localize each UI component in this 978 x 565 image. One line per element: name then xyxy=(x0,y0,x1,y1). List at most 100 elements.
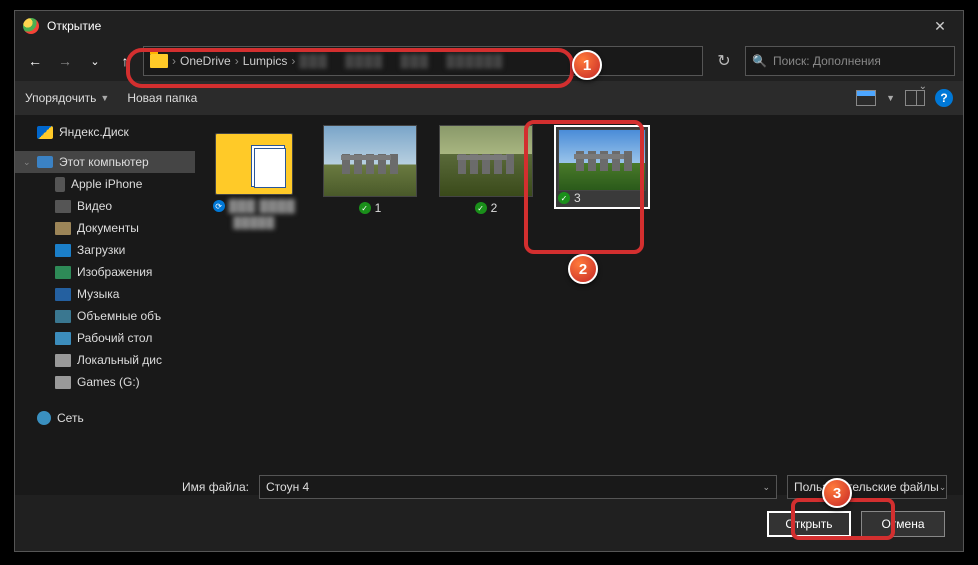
item-name-row: ✓1 xyxy=(359,201,382,215)
sidebar-item[interactable]: ⌄ Этот компьютер xyxy=(15,151,195,173)
chevron-right-icon: › xyxy=(291,54,295,68)
image-item[interactable]: ✓3 xyxy=(553,125,651,209)
item-name-label: ███ ████ xyxy=(229,199,296,213)
item-name-row: ⟳ ███ ████ xyxy=(213,199,296,213)
sidebar-item[interactable]: Локальный дис xyxy=(15,349,195,371)
breadcrumb-segment-blurred: ███ ████ ███ ██████ xyxy=(299,54,503,68)
sidebar-item[interactable]: Изображения xyxy=(15,261,195,283)
dialog-footer: Имя файла: Стоун 4 ⌄ Пользовательские фа… xyxy=(15,475,963,537)
sidebar-item[interactable]: Загрузки xyxy=(15,239,195,261)
sidebar-item-label: Сеть xyxy=(57,411,84,425)
chevron-down-icon: ⌄ xyxy=(23,157,31,168)
sync-ok-icon: ✓ xyxy=(558,192,570,204)
net-icon xyxy=(37,411,51,425)
sidebar-item-label: Games (G:) xyxy=(77,375,140,389)
organize-menu[interactable]: Упорядочить ▼ xyxy=(25,91,109,105)
file-type-filter[interactable]: Пользовательские файлы ⌄ xyxy=(787,475,947,499)
sidebar-item[interactable]: Объемные объ xyxy=(15,305,195,327)
sidebar-item[interactable]: Яндекс.Диск xyxy=(15,121,195,143)
arrow-up-icon: ↑ xyxy=(122,53,129,69)
sidebar-item-label: Объемные объ xyxy=(77,309,161,323)
thumbnail-image xyxy=(559,130,645,190)
obj-icon xyxy=(55,310,71,323)
item-name-row: ✓2 xyxy=(475,201,498,215)
view-mode-button[interactable] xyxy=(856,90,876,106)
nav-up-button[interactable]: ↑ xyxy=(113,49,137,73)
chevron-right-icon: › xyxy=(235,54,239,68)
nav-recent-dropdown[interactable]: ⌄ xyxy=(83,49,107,73)
img-icon xyxy=(55,266,71,279)
address-bar[interactable]: › OneDrive › Lumpics › ███ ████ ███ ████… xyxy=(143,46,703,76)
image-item[interactable]: ✓1 xyxy=(321,125,419,215)
sidebar-item-label: Яндекс.Диск xyxy=(59,125,129,139)
chevron-down-icon[interactable]: ▼ xyxy=(886,93,895,103)
sidebar-item-label: Локальный дис xyxy=(77,353,162,367)
open-file-dialog: Открытие ✕ ← → ⌄ ↑ › OneDrive › Lumpics … xyxy=(14,10,964,552)
sidebar-item[interactable]: Видео xyxy=(15,195,195,217)
sync-ok-icon: ✓ xyxy=(475,202,487,214)
sync-ok-icon: ✓ xyxy=(359,202,371,214)
sidebar-item-label: Этот компьютер xyxy=(59,155,149,169)
breadcrumb-segment[interactable]: OneDrive xyxy=(180,54,231,68)
item-subtext: █████ xyxy=(233,217,274,229)
disk-icon xyxy=(55,376,71,389)
sidebar-item[interactable]: Рабочий стол xyxy=(15,327,195,349)
refresh-button[interactable]: ↻ xyxy=(709,46,739,76)
new-folder-button[interactable]: Новая папка xyxy=(127,91,197,105)
app-icon xyxy=(23,18,39,34)
chevron-right-icon: › xyxy=(172,54,176,68)
filename-value: Стоун 4 xyxy=(266,480,309,494)
chevron-down-icon: ⌄ xyxy=(762,482,770,493)
new-folder-label: Новая папка xyxy=(127,91,197,105)
sidebar-item[interactable]: Apple iPhone xyxy=(15,173,195,195)
folder-icon xyxy=(150,54,168,68)
close-icon: ✕ xyxy=(934,18,946,35)
sidebar-item[interactable]: Документы xyxy=(15,217,195,239)
file-list[interactable]: ⟳███ █████████✓1✓2✓3 xyxy=(195,115,963,495)
desk-icon xyxy=(55,332,71,345)
filename-input[interactable]: Стоун 4 ⌄ xyxy=(259,475,777,499)
cancel-button[interactable]: Отмена xyxy=(861,511,945,537)
window-title: Открытие xyxy=(47,19,101,33)
thumbnail-image xyxy=(440,126,532,196)
sidebar-item[interactable]: Games (G:) xyxy=(15,371,195,393)
breadcrumb-segment[interactable]: Lumpics xyxy=(243,54,288,68)
search-input[interactable]: 🔍 Поиск: Дополнения xyxy=(745,46,955,76)
nav-forward-button[interactable]: → xyxy=(53,49,77,73)
chevron-down-icon: ⌄ xyxy=(939,482,947,493)
search-placeholder: Поиск: Дополнения xyxy=(773,54,881,68)
help-button[interactable]: ? xyxy=(935,89,953,107)
item-name-row: ✓3 xyxy=(558,191,646,205)
toolbar: Упорядочить ▼ Новая папка ▼ ? xyxy=(15,81,963,115)
image-thumbnail xyxy=(558,129,646,191)
sidebar-item[interactable]: Музыка xyxy=(15,283,195,305)
music-icon xyxy=(55,288,71,301)
sidebar-item[interactable]: Сеть xyxy=(15,407,195,429)
folder-item[interactable]: ⟳ ███ ████ █████ xyxy=(205,125,303,229)
image-item[interactable]: ✓2 xyxy=(437,125,535,215)
address-dropdown[interactable]: ⌄ xyxy=(919,81,927,92)
sync-progress-icon: ⟳ xyxy=(213,200,225,212)
nav-sidebar: Яндекс.Диск ⌄ Этот компьютер Apple iPhone Ви… xyxy=(15,115,195,495)
down-icon xyxy=(55,244,71,257)
image-thumbnail xyxy=(323,125,417,197)
titlebar: Открытие ✕ xyxy=(15,11,963,41)
sidebar-item-label: Видео xyxy=(77,199,112,213)
organize-label: Упорядочить xyxy=(25,91,96,105)
preview-pane-button[interactable] xyxy=(905,90,925,106)
filter-value: Пользовательские файлы xyxy=(794,480,939,494)
item-name-label: 1 xyxy=(375,201,382,215)
close-button[interactable]: ✕ xyxy=(917,11,963,41)
arrow-right-icon: → xyxy=(58,53,72,69)
refresh-icon: ↻ xyxy=(717,51,730,71)
open-button[interactable]: Открыть xyxy=(767,511,851,537)
pc-icon xyxy=(37,156,53,168)
selected-item-frame: ✓3 xyxy=(554,125,650,209)
arrow-left-icon: ← xyxy=(28,53,42,69)
chevron-down-icon: ▼ xyxy=(100,93,109,103)
sidebar-item-label: Рабочий стол xyxy=(77,331,152,345)
yadisk-icon xyxy=(37,126,53,139)
nav-back-button[interactable]: ← xyxy=(23,49,47,73)
video-icon xyxy=(55,200,71,213)
sidebar-item-label: Музыка xyxy=(77,287,119,301)
